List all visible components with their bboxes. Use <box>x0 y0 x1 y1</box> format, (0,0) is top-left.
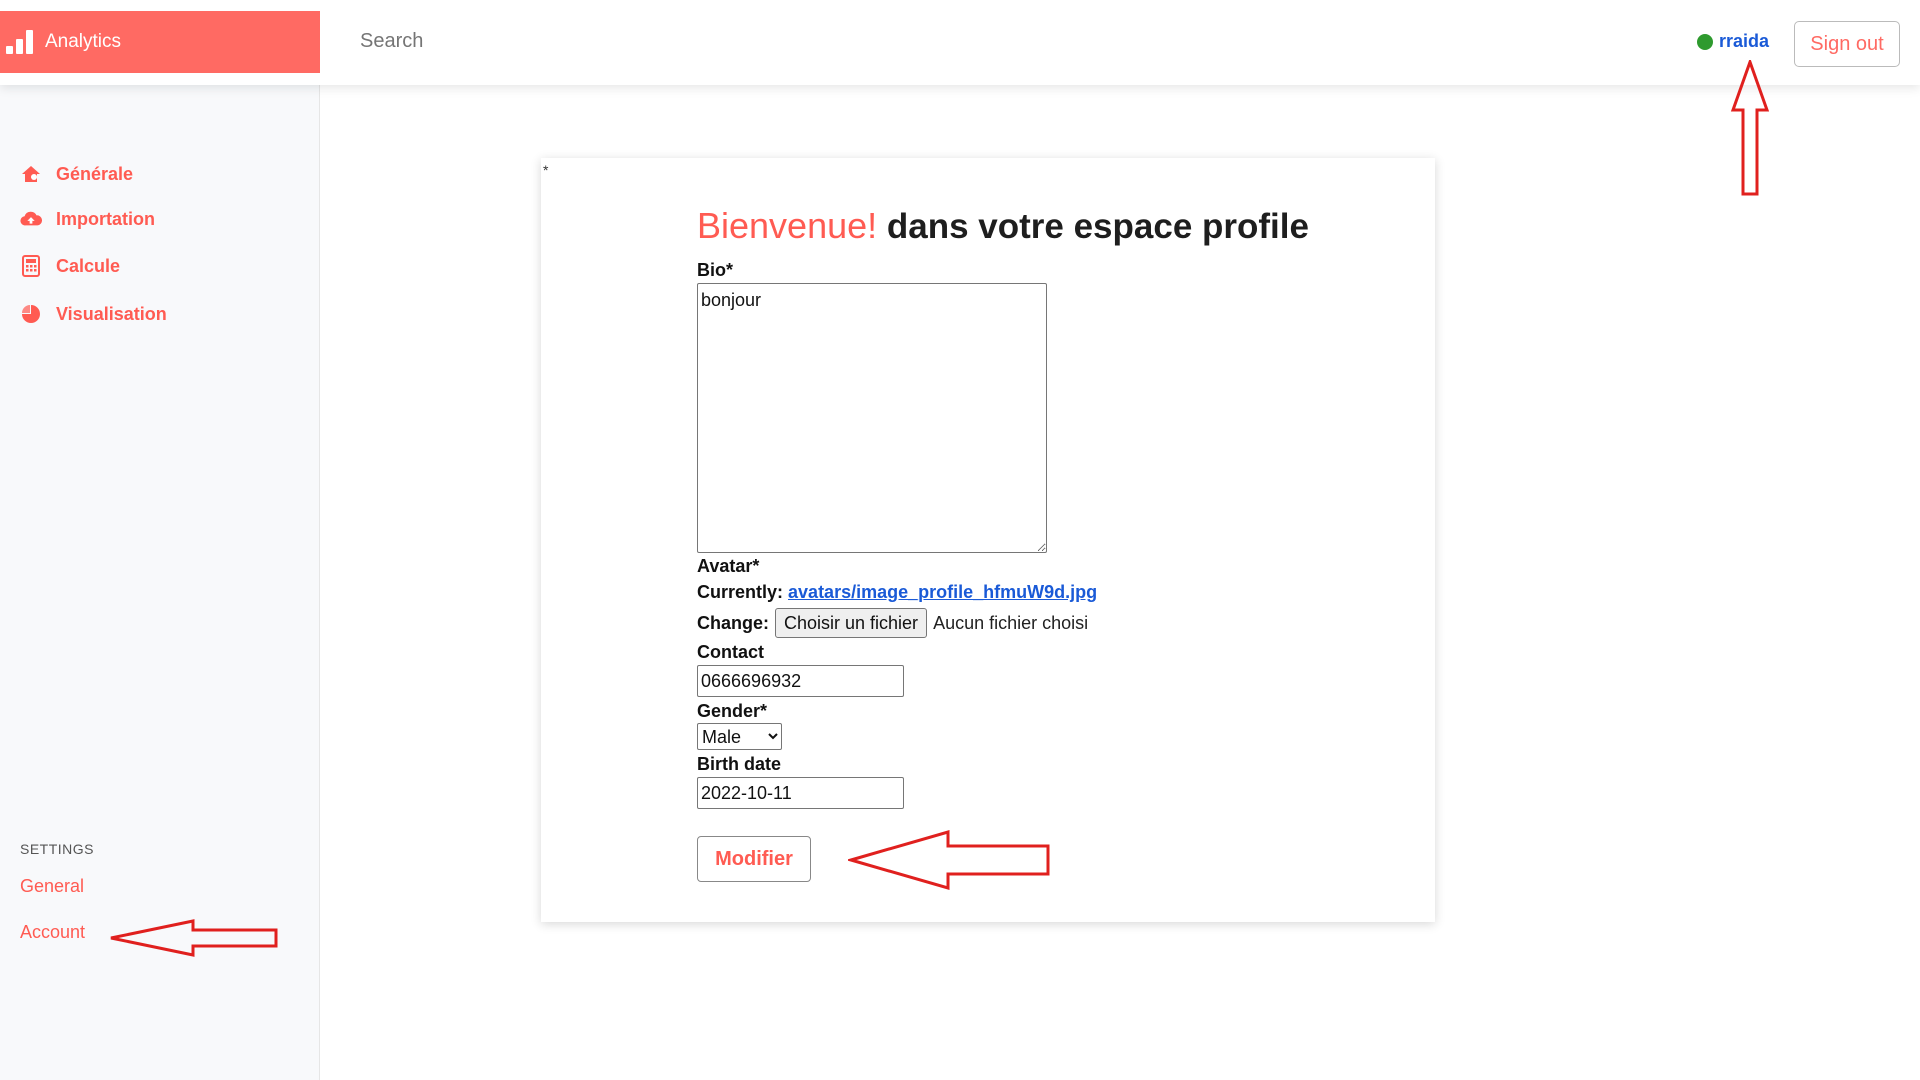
currently-label: Currently: <box>697 582 784 602</box>
choose-file-button[interactable]: Choisir un fichier <box>775 608 928 638</box>
required-asterisk: * <box>543 162 549 178</box>
annotation-arrow-left-small-icon <box>110 919 278 957</box>
avatar-current-row: Currently: avatars/image_profile_hfmuW9d… <box>697 582 1097 603</box>
sidebar-item-calcule[interactable]: Calcule <box>20 255 120 277</box>
bio-label: Bio* <box>697 260 733 280</box>
contact-input[interactable] <box>697 665 904 697</box>
no-file-text: Aucun fichier choisi <box>933 612 1089 633</box>
gender-label: Gender* <box>697 701 768 721</box>
search-input[interactable] <box>360 30 660 53</box>
avatar-label: Avatar* <box>697 556 760 576</box>
page-title-highlight: Bienvenue! <box>697 205 878 246</box>
settings-link-general[interactable]: General <box>20 876 84 897</box>
settings-link-account[interactable]: Account <box>20 922 85 943</box>
annotation-arrow-left-icon <box>848 830 1050 890</box>
change-label: Change: <box>697 612 769 633</box>
sidebar-item-visualisation[interactable]: Visualisation <box>20 303 167 325</box>
birth-date-label: Birth date <box>697 754 782 774</box>
brand[interactable]: Analytics <box>0 11 320 73</box>
modifier-button[interactable]: Modifier <box>697 836 811 882</box>
brand-name: Analytics <box>45 31 122 52</box>
online-status-icon <box>1697 33 1713 50</box>
cloud-upload-icon <box>20 208 42 230</box>
sidebar-item-label: Importation <box>56 208 155 229</box>
settings-section-title: SETTINGS <box>20 841 95 857</box>
birth-date-input[interactable] <box>697 777 904 809</box>
contact-label: Contact <box>697 642 764 662</box>
user-status[interactable]: rraida <box>1697 31 1769 52</box>
page-title-rest: dans votre espace profile <box>877 207 1309 246</box>
home-icon <box>20 163 42 185</box>
sidebar-item-label: Générale <box>56 163 134 184</box>
sidebar-item-generale[interactable]: Générale <box>20 163 133 185</box>
sidebar-item-label: Visualisation <box>56 303 167 324</box>
pie-chart-icon <box>20 303 42 325</box>
top-bar: Analytics rraida Sign out <box>0 0 1920 85</box>
annotation-arrow-up-icon <box>1730 60 1770 196</box>
bio-textarea[interactable]: bonjour <box>697 283 1047 553</box>
bar-chart-logo-icon <box>6 30 33 54</box>
page-title: Bienvenue! dans votre espace profile <box>697 205 1309 247</box>
gender-select[interactable]: Male <box>697 723 782 750</box>
username-link[interactable]: rraida <box>1719 31 1769 52</box>
sign-out-button[interactable]: Sign out <box>1794 21 1900 67</box>
sidebar-item-label: Calcule <box>56 255 121 276</box>
avatar-file-link[interactable]: avatars/image_profile_hfmuW9d.jpg <box>788 582 1097 602</box>
avatar-change-row: Change: Choisir un fichier Aucun fichier… <box>697 608 1088 638</box>
calculator-icon <box>20 255 42 277</box>
sidebar-item-importation[interactable]: Importation <box>20 208 155 230</box>
